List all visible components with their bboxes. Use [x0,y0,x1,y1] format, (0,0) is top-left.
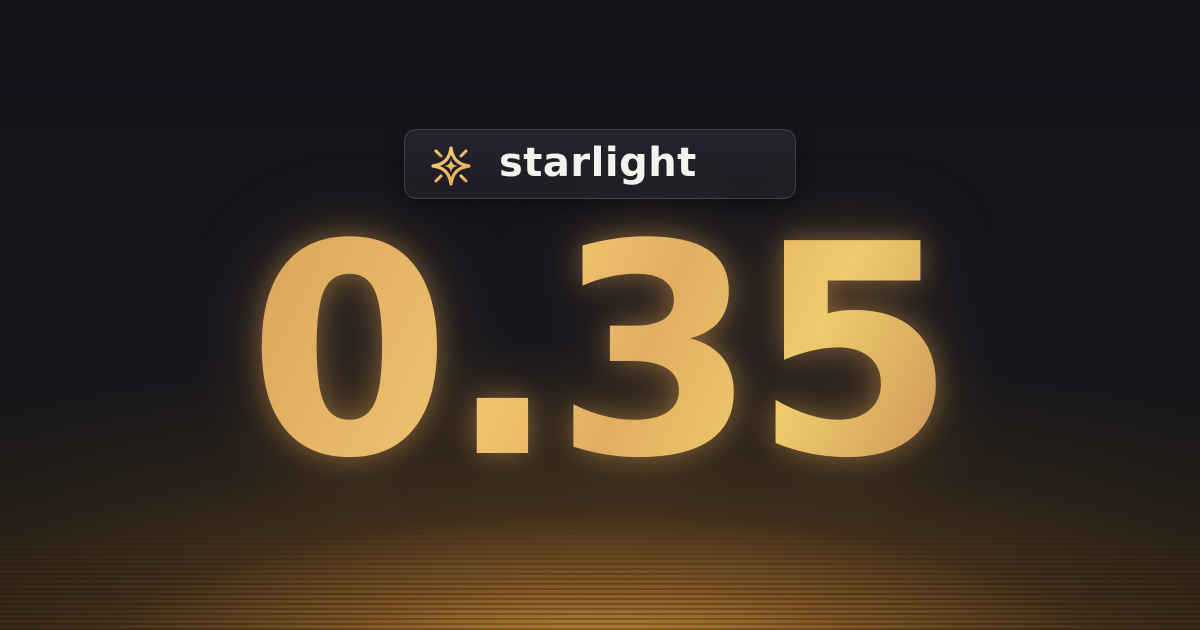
brand-name: starlight [499,140,697,186]
social-card: starlight 0.35 [0,0,1200,630]
version-container: 0.35 [0,202,1200,502]
bottom-glow-scanlines [0,520,1200,630]
version-number: 0.35 [247,182,956,522]
